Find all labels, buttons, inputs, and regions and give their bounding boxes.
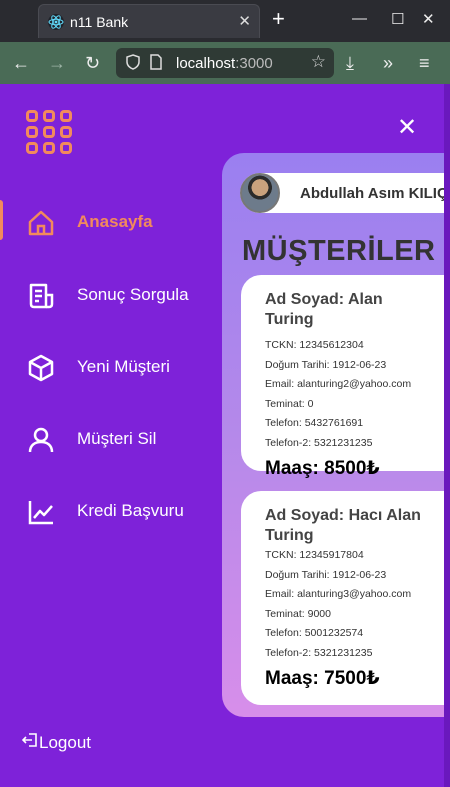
- shield-icon: [126, 54, 140, 73]
- customer-tckn: TCKN: 12345612304: [265, 339, 364, 351]
- apps-grid-icon[interactable]: [26, 110, 72, 154]
- home-icon: [26, 208, 56, 238]
- url-text: localhost:3000: [176, 55, 273, 72]
- customer-phone-2: Telefon-2: 5321231235: [265, 436, 373, 449]
- customer-salary: Maaş: 8500₺: [265, 458, 380, 479]
- chart-line-icon: [26, 497, 56, 527]
- tab-title: n11 Bank: [70, 14, 129, 30]
- customer-email: Email: alanturing3@yahoo.com: [265, 588, 412, 600]
- page-title: MÜŞTERİLER: [242, 235, 436, 267]
- minimize-icon[interactable]: —: [352, 10, 367, 27]
- customer-birth-date: Doğum Tarihi: 1912-06-23: [265, 568, 387, 581]
- sidebar-item-label: Sonuç Sorgula: [77, 285, 189, 304]
- browser-tab[interactable]: n11 Bank ✕: [38, 4, 260, 38]
- customer-phone: Telefon: 5432761691: [265, 417, 364, 429]
- receipt-icon: [26, 281, 56, 311]
- customer-birth-date: Doğum Tarihi: 1912-06-23: [265, 358, 387, 371]
- logout-button[interactable]: Logout: [21, 732, 91, 753]
- react-icon: [48, 14, 64, 30]
- sidebar-item-kredi-basvuru[interactable]: Kredi Başvuru: [0, 487, 210, 533]
- maximize-icon[interactable]: ☐: [391, 10, 404, 28]
- sidebar-item-label: Kredi Başvuru: [77, 501, 184, 520]
- customer-collateral: Teminat: 0: [265, 397, 314, 410]
- customer-salary: Maaş: 7500₺: [265, 668, 380, 689]
- download-icon[interactable]: ⤓: [346, 53, 354, 73]
- menu-icon[interactable]: ≡: [419, 53, 430, 73]
- customer-collateral: Teminat: 9000: [265, 607, 331, 620]
- sidebar-item-musteri-sil[interactable]: Müşteri Sil: [0, 415, 210, 461]
- customer-phone-2: Telefon-2: 5321231235: [265, 646, 373, 659]
- page-icon: [150, 54, 162, 73]
- new-tab-icon[interactable]: +: [272, 8, 285, 30]
- logout-icon: [21, 732, 38, 753]
- customer-tckn: TCKN: 12345917804: [265, 549, 364, 561]
- close-sidebar-icon[interactable]: ✕: [397, 113, 417, 142]
- logout-label: Logout: [39, 733, 91, 752]
- user-name: Abdullah Asım KILIÇ: [300, 185, 448, 202]
- back-icon[interactable]: ←: [12, 53, 30, 73]
- cube-icon: [26, 353, 56, 383]
- sidebar-item-label: Anasayfa: [77, 212, 153, 231]
- forward-icon[interactable]: →: [48, 53, 66, 73]
- customer-name: Ad Soyad: Hacı Alan Turing: [265, 507, 421, 544]
- user-profile[interactable]: Abdullah Asım KILIÇ: [240, 173, 450, 213]
- sidebar-item-yeni-musteri[interactable]: Yeni Müşteri: [0, 343, 210, 389]
- customer-card[interactable]: Ad Soyad: Alan Turing TCKN: 12345612304 …: [241, 275, 450, 479]
- user-icon: [26, 425, 56, 455]
- sidebar-item-label: Yeni Müşteri: [77, 357, 170, 376]
- sidebar-item-label: Müşteri Sil: [77, 429, 157, 448]
- avatar: [240, 173, 280, 213]
- bookmark-star-icon[interactable]: ☆: [311, 52, 326, 72]
- close-window-icon[interactable]: ✕: [422, 10, 435, 28]
- browser-nav-bar: ← → ↻ localhost:3000 ☆ ⤓ » ≡: [0, 42, 450, 84]
- reload-icon[interactable]: ↻: [85, 53, 100, 73]
- sidebar-item-anasayfa[interactable]: Anasayfa: [0, 198, 210, 244]
- customer-name: Ad Soyad: Alan Turing: [265, 291, 383, 328]
- customer-phone: Telefon: 5001232574: [265, 627, 364, 639]
- sidebar-item-sonuc-sorgula[interactable]: Sonuç Sorgula: [0, 271, 210, 317]
- browser-tab-bar: n11 Bank ✕ + — ☐ ✕: [0, 0, 450, 42]
- main-panel: Abdullah Asım KILIÇ MÜŞTERİLER Ad Soyad:…: [222, 153, 450, 717]
- url-bar[interactable]: localhost:3000 ☆: [116, 48, 334, 78]
- close-tab-icon[interactable]: ✕: [238, 12, 251, 30]
- customer-email: Email: alanturing2@yahoo.com: [265, 378, 412, 390]
- scrollbar[interactable]: [444, 84, 450, 787]
- customer-card[interactable]: Ad Soyad: Hacı Alan Turing TCKN: 1234591…: [241, 491, 450, 705]
- overflow-icon[interactable]: »: [383, 53, 393, 73]
